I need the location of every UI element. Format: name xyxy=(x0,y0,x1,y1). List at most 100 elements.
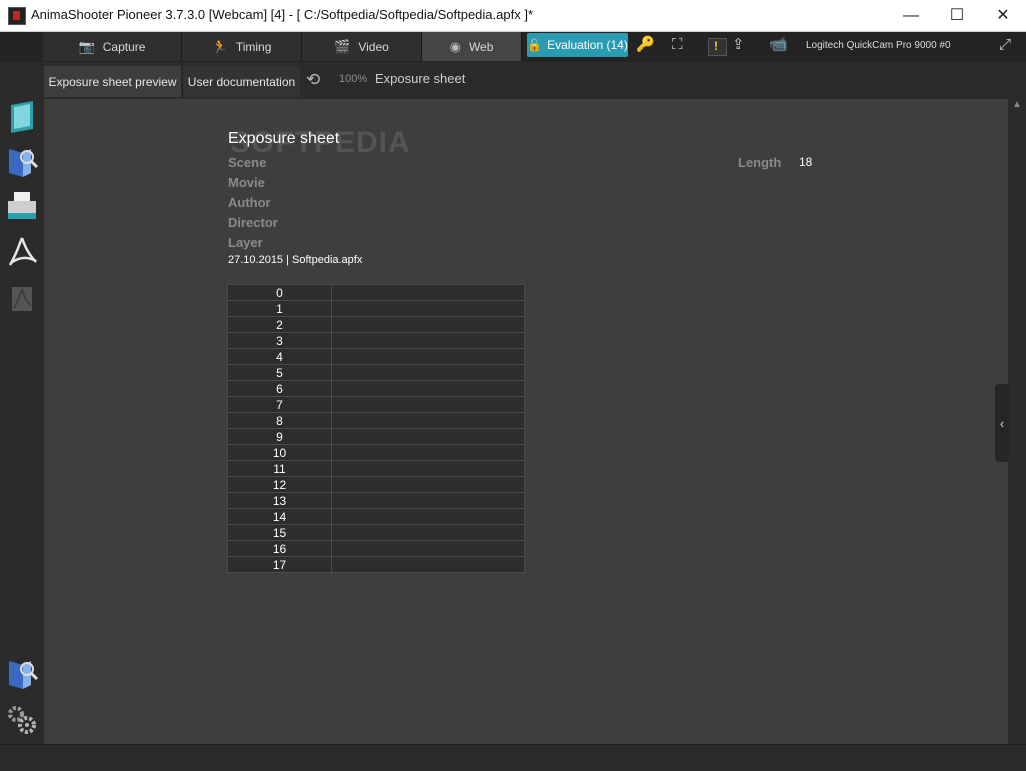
minimize-button[interactable]: — xyxy=(888,0,934,31)
search-document-icon[interactable] xyxy=(5,145,39,179)
refresh-icon[interactable]: ⟲ xyxy=(306,70,320,90)
frame-cell xyxy=(331,524,525,541)
camera-icon: 📷 xyxy=(78,38,95,54)
frame-number: 15 xyxy=(227,524,332,541)
close-button[interactable]: ✕ xyxy=(980,0,1026,31)
settings-gears-icon[interactable] xyxy=(5,703,39,737)
status-bar xyxy=(0,744,1026,771)
table-row: 15 xyxy=(227,524,525,541)
table-row: 5 xyxy=(227,364,525,381)
frame-number: 1 xyxy=(227,300,332,317)
exposure-sheet-icon[interactable] xyxy=(5,99,39,133)
scroll-up-icon[interactable]: ▲ xyxy=(1012,99,1022,110)
tab-label: Capture xyxy=(102,39,146,54)
table-row: 7 xyxy=(227,396,525,413)
table-row: 11 xyxy=(227,460,525,477)
frame-number: 10 xyxy=(227,444,332,461)
evaluation-button[interactable]: 🔓 Evaluation (14) xyxy=(527,33,628,57)
tab-capture[interactable]: 📷 Capture xyxy=(43,32,182,61)
date-line: 27.10.2015 | Softpedia.apfx xyxy=(228,254,363,266)
table-row: 14 xyxy=(227,508,525,525)
frame-cell xyxy=(331,396,525,413)
webcam-icon: 📹 xyxy=(769,36,788,53)
pdf-disabled-icon xyxy=(12,287,32,311)
title-bar: AnimaShooter Pioneer 3.7.3.0 [Webcam] [4… xyxy=(0,0,1026,32)
field-scene: Scene xyxy=(228,155,267,170)
frame-number: 13 xyxy=(227,492,332,509)
frames-table: 0 1 2 3 4 5 6 7 8 9 10 11 12 13 14 15 16 17 xyxy=(227,284,525,573)
table-row: 8 xyxy=(227,412,525,429)
tab-exposure-sheet-preview[interactable]: Exposure sheet preview xyxy=(44,66,181,97)
clapperboard-icon: 🎬 xyxy=(334,38,351,54)
frame-number: 11 xyxy=(227,460,332,477)
frame-cell xyxy=(331,556,525,573)
table-row: 13 xyxy=(227,492,525,509)
table-row: 3 xyxy=(227,332,525,349)
sheet-title: Exposure sheet xyxy=(228,130,340,147)
frame-cell xyxy=(331,284,525,301)
length-label: Length xyxy=(738,155,782,170)
table-row: 17 xyxy=(227,556,525,573)
table-row: 16 xyxy=(227,540,525,557)
running-man-icon: 🏃 xyxy=(211,38,228,54)
table-row: 9 xyxy=(227,428,525,445)
maximize-button[interactable]: ☐ xyxy=(934,0,980,31)
frame-cell xyxy=(331,540,525,557)
table-row: 10 xyxy=(227,444,525,461)
length-value: 18 xyxy=(799,155,813,169)
sidebar xyxy=(0,97,44,744)
frame-number: 5 xyxy=(227,364,332,381)
globe-icon: ◉ xyxy=(449,38,461,54)
tab-label: Timing xyxy=(235,39,272,54)
field-director: Director xyxy=(228,215,278,230)
frame-number: 7 xyxy=(227,396,332,413)
printer-icon[interactable] xyxy=(5,189,39,223)
frame-number: 6 xyxy=(227,380,332,397)
field-author: Author xyxy=(228,195,271,210)
frame-number: 3 xyxy=(227,332,332,349)
frame-cell xyxy=(331,508,525,525)
field-layer: Layer xyxy=(228,235,263,250)
vertical-scrollbar[interactable] xyxy=(1008,97,1026,744)
frame-cell xyxy=(331,492,525,509)
frame-cell xyxy=(331,476,525,493)
camera-name[interactable]: Logitech QuickCam Pro 9000 #0 xyxy=(806,40,951,51)
document-preview xyxy=(44,99,1008,744)
frame-number: 0 xyxy=(227,284,332,301)
frame-number: 9 xyxy=(227,428,332,445)
chevron-left-icon: ‹ xyxy=(999,415,1005,431)
frame-cell xyxy=(331,364,525,381)
expand-icon[interactable]: ⤢ xyxy=(999,37,1011,53)
tab-timing[interactable]: 🏃 Timing xyxy=(182,32,302,61)
frame-cell xyxy=(331,428,525,445)
table-row: 4 xyxy=(227,348,525,365)
upload-icon[interactable]: ⇪ xyxy=(732,37,745,53)
frame-cell xyxy=(331,316,525,333)
table-row: 1 xyxy=(227,300,525,317)
table-row: 12 xyxy=(227,476,525,493)
key-icon[interactable]: 🔑 xyxy=(636,37,655,53)
pdf-icon[interactable] xyxy=(5,235,39,269)
tab-label: Video xyxy=(358,39,389,54)
frame-number: 12 xyxy=(227,476,332,493)
frame-cell xyxy=(331,460,525,477)
app-icon xyxy=(8,7,26,25)
frame-number: 17 xyxy=(227,556,332,573)
tab-video[interactable]: 🎬 Video xyxy=(302,32,422,61)
search-document-icon-bottom[interactable] xyxy=(5,657,39,691)
warning-icon[interactable] xyxy=(708,38,727,56)
frame-number: 4 xyxy=(227,348,332,365)
frame-cell xyxy=(331,332,525,349)
side-panel-toggle[interactable]: ‹ xyxy=(995,384,1009,462)
tab-user-documentation[interactable]: User documentation xyxy=(182,66,300,97)
frame-number: 8 xyxy=(227,412,332,429)
tab-web[interactable]: ◉ Web xyxy=(422,32,522,61)
frame-cell xyxy=(331,348,525,365)
zoom-level: 100% xyxy=(339,73,368,85)
breadcrumb: Exposure sheet xyxy=(375,71,466,86)
fullscreen-icon[interactable]: ⛶ xyxy=(672,37,683,53)
tab-label: Web xyxy=(468,39,494,54)
frame-number: 2 xyxy=(227,316,332,333)
field-movie: Movie xyxy=(228,175,265,190)
frame-cell xyxy=(331,444,525,461)
